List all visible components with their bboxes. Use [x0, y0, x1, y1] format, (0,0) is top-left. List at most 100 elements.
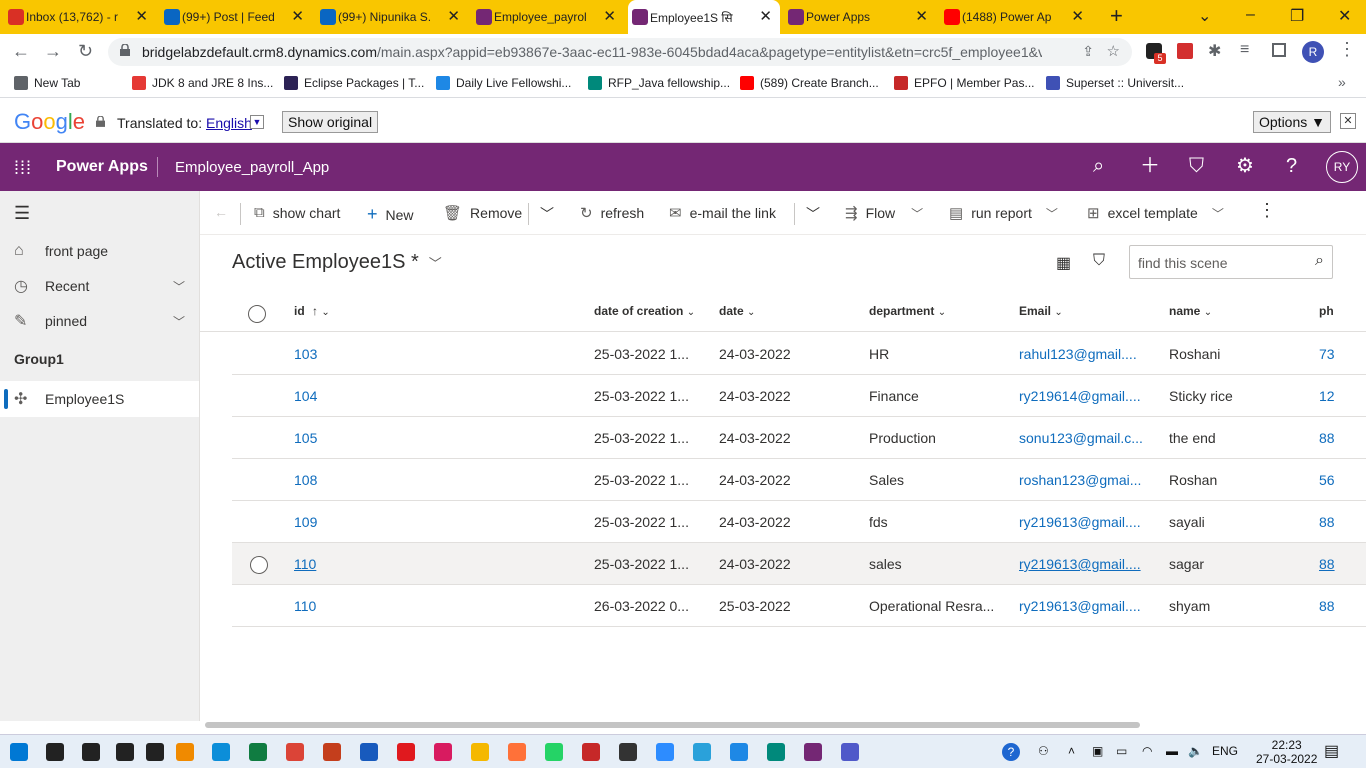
refresh-button[interactable]: ↻ refresh [580, 204, 644, 222]
extensions-puzzle-icon[interactable]: ✱ [1208, 41, 1221, 61]
volume-icon[interactable]: 🔈 [1188, 744, 1203, 758]
more-delete-chevron-icon[interactable]: ﹀ [540, 204, 554, 224]
app-name[interactable]: Employee_payroll_App [175, 159, 329, 176]
table-row[interactable]: 109 25-03-2022 1... 24-03-2022 fds ry219613@… [232, 501, 1366, 543]
cell-email[interactable]: sonu123@gmail.c... [1019, 430, 1143, 446]
notifications-icon[interactable]: ▤ [1324, 741, 1339, 761]
powerpoint-icon[interactable] [323, 743, 341, 761]
translate-language-link[interactable]: English [206, 115, 252, 131]
edit-filters-icon[interactable]: ⛉ [1093, 252, 1105, 270]
battery-icon[interactable]: ▬ [1166, 744, 1178, 758]
table-row[interactable]: 105 25-03-2022 1... 24-03-2022 Production so… [232, 417, 1366, 459]
edit-columns-icon[interactable]: ▦ [1056, 253, 1071, 273]
share-icon[interactable]: ⇪ [1082, 43, 1094, 60]
reload-icon[interactable]: ↻ [78, 42, 93, 60]
close-tab-icon[interactable]: ✕ [135, 9, 148, 24]
table-row[interactable]: 108 25-03-2022 1... 24-03-2022 Sales roshan1… [232, 459, 1366, 501]
settings-gear-icon[interactable]: ⚙ [1236, 155, 1254, 177]
clock[interactable]: 22:23 27-03-2022 [1256, 738, 1317, 766]
opera-icon[interactable] [397, 743, 415, 761]
whatsapp-icon[interactable] [545, 743, 563, 761]
table-row[interactable]: 104 25-03-2022 1... 24-03-2022 Finance ry219… [232, 375, 1366, 417]
browser-tab[interactable]: Power Apps ✕ [784, 0, 936, 34]
column-header-id[interactable]: id ↑ ⌄ [294, 304, 330, 318]
chrome-icon[interactable] [286, 743, 304, 761]
sidebar-item-pinned[interactable]: ✎ pinned ﹀ [0, 303, 199, 339]
cell-phone[interactable]: 88 [1319, 598, 1335, 614]
help-icon[interactable]: ? [1286, 155, 1297, 177]
sidebar-item-recent[interactable]: ◷ Recent ﹀ [0, 268, 199, 304]
hamburger-menu-icon[interactable]: ☰ [14, 203, 30, 224]
search-icon[interactable]: ⌕ [1093, 155, 1104, 177]
email-link-chevron-icon[interactable]: ﹀ [806, 204, 820, 224]
cell-id[interactable]: 109 [294, 514, 317, 530]
profile-avatar[interactable]: R [1302, 41, 1324, 63]
edge-icon[interactable] [212, 743, 230, 761]
close-tab-icon[interactable]: ✕ [915, 9, 928, 24]
show-original-button[interactable]: Show original [282, 111, 379, 133]
minimize-button[interactable]: – [1246, 6, 1255, 24]
view-search-box[interactable]: find this scene ⌕ [1129, 245, 1333, 279]
restore-button[interactable]: ❐ [1290, 6, 1304, 26]
close-tab-icon[interactable]: ✕ [447, 9, 460, 24]
reading-list-icon[interactable]: ≡ [1240, 41, 1249, 59]
ai-icon[interactable] [582, 743, 600, 761]
teams-tray-icon[interactable]: ▣ [1092, 744, 1103, 758]
new-tab-button[interactable]: + [1110, 5, 1123, 27]
chevron-down-icon[interactable]: ﹀ [173, 313, 185, 330]
user-avatar[interactable]: RY [1326, 151, 1358, 183]
back-icon[interactable]: ← [12, 42, 30, 60]
row-select-radio[interactable] [250, 556, 268, 574]
input-language[interactable]: ENG [1212, 744, 1238, 758]
people-icon[interactable]: ⚇ [1038, 744, 1049, 758]
excel-icon[interactable] [249, 743, 267, 761]
help-tray-icon[interactable]: ? [1002, 743, 1020, 761]
cell-phone[interactable]: 73 [1319, 346, 1335, 362]
back-arrow-icon[interactable]: ← [214, 204, 228, 220]
sidebar-item-employee1s[interactable]: ✣ Employee1S [0, 381, 199, 417]
cell-email[interactable]: ry219613@gmail.... [1019, 598, 1141, 614]
chevron-down-icon[interactable]: ﹀ [173, 278, 185, 295]
browser-tab[interactable]: Inbox (13,762) - r ✕ [4, 0, 156, 34]
horizontal-scrollbar[interactable] [205, 722, 1140, 728]
widgets-icon[interactable] [146, 743, 164, 761]
cell-id[interactable]: 104 [294, 388, 317, 404]
vlc-icon[interactable] [176, 743, 194, 761]
column-header-date-of-creation[interactable]: date of creation ⌄ [594, 304, 695, 318]
cell-email[interactable]: ry219613@gmail.... [1019, 514, 1141, 530]
word-icon[interactable] [360, 743, 378, 761]
cell-phone[interactable]: 56 [1319, 472, 1335, 488]
column-header-date[interactable]: date ⌄ [719, 304, 755, 318]
cell-id[interactable]: 108 [294, 472, 317, 488]
cell-id[interactable]: 105 [294, 430, 317, 446]
column-header-phone[interactable]: ph [1319, 304, 1334, 318]
close-tab-icon[interactable]: ✕ [291, 9, 304, 24]
cell-email[interactable]: ry219613@gmail.... [1019, 556, 1141, 572]
filter-icon[interactable]: ⛉ [1189, 155, 1204, 177]
new-button[interactable]: + New [367, 204, 414, 225]
browser-tab[interactable]: (99+) Post | Feed ✕ [160, 0, 312, 34]
bookmark-item[interactable]: Eclipse Packages | T... [284, 76, 424, 90]
browser-tab[interactable]: (99+) Nipunika S. ✕ [316, 0, 468, 34]
url-bar[interactable]: bridgelabzdefault.crm8.dynamics.com/main… [108, 38, 1132, 66]
column-header-department[interactable]: department ⌄ [869, 304, 946, 318]
bookmark-item[interactable]: New Tab [14, 76, 80, 90]
meet-now-icon[interactable]: ▭ [1116, 744, 1127, 758]
tab-search-icon[interactable]: ⌄ [1198, 6, 1211, 26]
wifi-icon[interactable]: ◠ [1142, 744, 1152, 758]
bookmark-item[interactable]: RFP_Java fellowship... [588, 76, 730, 90]
bookmark-item[interactable]: EPFO | Member Pas... [894, 76, 1034, 90]
teams-icon[interactable] [841, 743, 859, 761]
cell-id[interactable]: 103 [294, 346, 317, 362]
column-header-name[interactable]: name ⌄ [1169, 304, 1212, 318]
translate-options-button[interactable]: Options ▼ [1253, 111, 1331, 133]
table-row[interactable]: 110 26-03-2022 0... 25-03-2022 Operational … [232, 585, 1366, 627]
tray-chevron-icon[interactable]: ˄ [1068, 744, 1075, 758]
bookmark-item[interactable]: Superset :: Universit... [1046, 76, 1184, 90]
cortana-icon[interactable] [82, 743, 100, 761]
cell-phone[interactable]: 88 [1319, 514, 1335, 530]
close-tab-icon[interactable]: ✕ [603, 9, 616, 24]
table-row[interactable]: 110 25-03-2022 1... 24-03-2022 sales ry21961… [232, 543, 1366, 585]
table-row[interactable]: 103 25-03-2022 1... 24-03-2022 HR rahul123@g… [232, 333, 1366, 375]
excel-template-button[interactable]: ⊞ excel template ﹀ [1087, 204, 1224, 222]
